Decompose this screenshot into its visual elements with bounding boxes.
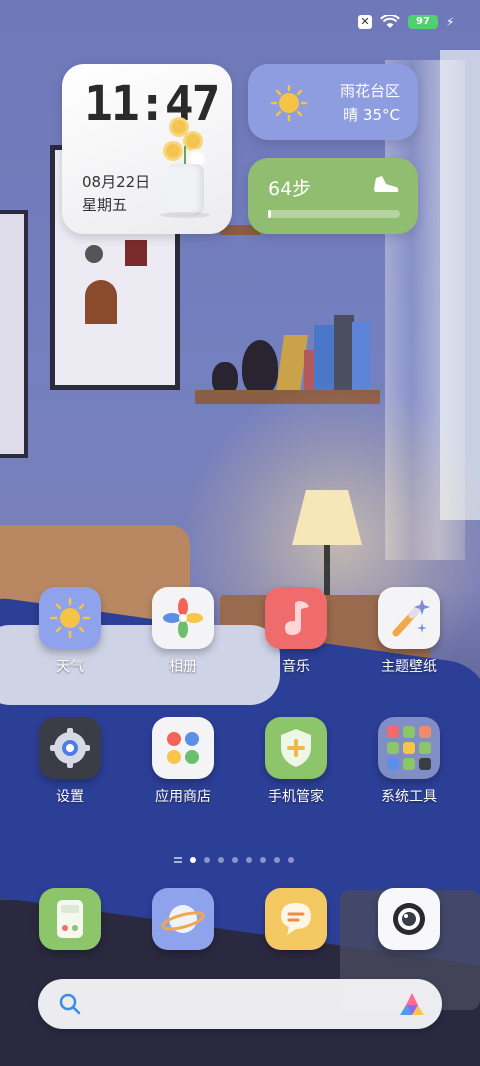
dock-phone-dialer[interactable] xyxy=(20,888,120,950)
app-label: 设置 xyxy=(56,789,84,805)
shoe-icon xyxy=(374,176,399,192)
app-label: 系统工具 xyxy=(381,789,437,805)
clock-weekday: 星期五 xyxy=(82,196,128,214)
chat-bubble-icon xyxy=(265,888,327,950)
search-icon xyxy=(59,993,81,1015)
wall-frame-left xyxy=(0,210,28,458)
wifi-icon xyxy=(380,15,400,28)
page-dot[interactable] xyxy=(190,857,196,863)
page-dot[interactable] xyxy=(274,857,280,863)
planet-browser-icon xyxy=(152,888,214,950)
app-phone-manager[interactable]: 手机管家 xyxy=(246,717,346,806)
camera-lens-icon xyxy=(378,888,440,950)
app-store[interactable]: 应用商店 xyxy=(133,717,233,806)
theme-wand-icon xyxy=(378,587,440,649)
steps-count: 64步 xyxy=(268,178,312,200)
music-note-icon xyxy=(265,587,327,649)
clock-time: 11:47 xyxy=(84,76,220,132)
weather-location: 雨花台区 xyxy=(339,82,400,100)
dock-camera[interactable] xyxy=(359,888,459,950)
status-bar: ✕ 97 ⚡ xyxy=(358,12,456,32)
page-dot[interactable] xyxy=(218,857,224,863)
decor-vase xyxy=(242,340,278,395)
battery-indicator: 97 xyxy=(408,15,438,29)
folder-system-tools[interactable]: 系统工具 xyxy=(359,717,459,806)
notification-close-icon: ✕ xyxy=(358,15,372,29)
app-gallery[interactable]: 相册 xyxy=(133,587,233,676)
clock-widget[interactable]: 11:47 08月22日 星期五 xyxy=(62,64,232,234)
dock-browser[interactable] xyxy=(133,888,233,950)
charging-plug-icon: ⚡ xyxy=(446,15,455,29)
dock-messages[interactable] xyxy=(246,888,346,950)
app-label: 应用商店 xyxy=(155,789,211,805)
app-label: 相册 xyxy=(169,659,197,675)
app-weather[interactable]: 天气 xyxy=(20,587,120,676)
app-label: 手机管家 xyxy=(268,789,324,805)
weather-widget[interactable]: 雨花台区 晴 35°C xyxy=(248,64,418,140)
security-shield-icon xyxy=(265,717,327,779)
app-settings[interactable]: 设置 xyxy=(20,717,120,806)
app-store-dots-icon xyxy=(152,717,214,779)
app-label: 音乐 xyxy=(282,659,310,675)
app-music[interactable]: 音乐 xyxy=(246,587,346,676)
page-dot[interactable] xyxy=(288,857,294,863)
app-label: 天气 xyxy=(56,659,84,675)
page-indicator[interactable] xyxy=(174,857,294,863)
app-label: 主题壁纸 xyxy=(381,659,437,675)
settings-gear-icon xyxy=(39,717,101,779)
gallery-flower-icon xyxy=(152,587,214,649)
sun-icon xyxy=(270,84,308,122)
page-dot[interactable] xyxy=(260,857,266,863)
steps-progress-fill xyxy=(268,210,271,218)
search-bar[interactable] xyxy=(38,979,442,1029)
app-themes[interactable]: 主题壁纸 xyxy=(359,587,459,676)
steps-progress-bar xyxy=(268,210,400,218)
page-dot[interactable] xyxy=(204,857,210,863)
page-dot[interactable] xyxy=(232,857,238,863)
page-menu-icon[interactable] xyxy=(174,857,182,863)
phone-keypad-icon xyxy=(39,888,101,950)
steps-widget[interactable]: 64步 xyxy=(248,158,418,234)
page-dot[interactable] xyxy=(246,857,252,863)
system-tools-folder-icon xyxy=(378,717,440,779)
weather-sun-icon xyxy=(39,587,101,649)
clock-date: 08月22日 xyxy=(82,173,151,191)
assistant-logo-icon[interactable] xyxy=(398,991,426,1017)
weather-condition: 晴 35°C xyxy=(343,106,400,124)
